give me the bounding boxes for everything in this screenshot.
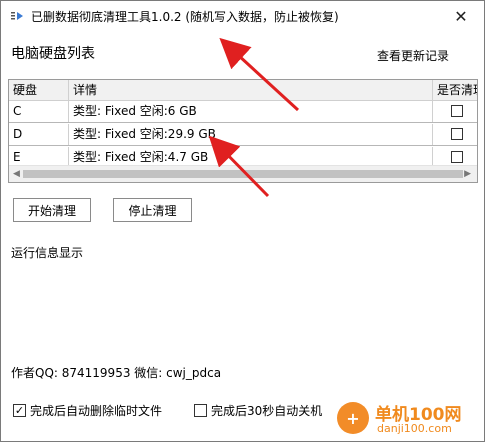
- watermark-domain: danji100.com: [377, 422, 452, 435]
- option-delete-temp[interactable]: ✓ 完成后自动删除临时文件: [13, 402, 162, 419]
- table-row[interactable]: C 类型: Fixed 空闲:6 GB: [9, 100, 477, 123]
- start-clean-button[interactable]: 开始清理: [13, 198, 91, 222]
- detail-cell: 类型: Fixed 空闲:29.9 GB: [69, 124, 433, 145]
- app-icon: [11, 12, 23, 20]
- table-row[interactable]: D 类型: Fixed 空闲:29.9 GB: [9, 123, 477, 146]
- scroll-thumb[interactable]: [23, 170, 463, 178]
- app-window: 已删数据彻底清理工具1.0.2 (随机写入数据，防止被恢复) ✕ 电脑硬盘列表 …: [0, 0, 485, 442]
- column-header-detail[interactable]: 详情: [69, 80, 433, 100]
- log-label: 运行信息显示: [11, 246, 84, 260]
- clean-checkbox[interactable]: [451, 105, 463, 117]
- column-header-disk[interactable]: 硬盘: [9, 80, 69, 100]
- disk-table: 硬盘 详情 是否清理 C 类型: Fixed 空闲:6 GB D 类型: Fix…: [8, 79, 478, 183]
- window-title: 已删数据彻底清理工具1.0.2 (随机写入数据，防止被恢复): [31, 10, 339, 24]
- auto-shutdown-checkbox[interactable]: [194, 404, 207, 417]
- author-info: 作者QQ: 874119953 微信: cwj_pdca: [11, 366, 222, 380]
- watermark-logo-icon: +: [337, 402, 369, 434]
- disk-cell: D: [9, 124, 69, 145]
- detail-cell: 类型: Fixed 空闲:6 GB: [69, 101, 433, 122]
- column-header-clean[interactable]: 是否清理: [433, 80, 477, 100]
- close-button[interactable]: ✕: [438, 1, 484, 31]
- disk-cell: C: [9, 101, 69, 122]
- close-icon: ✕: [454, 6, 468, 26]
- title-bar[interactable]: 已删数据彻底清理工具1.0.2 (随机写入数据，防止被恢复) ✕: [1, 1, 484, 31]
- view-updates-link[interactable]: 查看更新记录: [377, 47, 449, 64]
- stop-clean-button[interactable]: 停止清理: [113, 198, 192, 222]
- scroll-left-icon[interactable]: ◀: [13, 169, 20, 179]
- scroll-right-icon[interactable]: ▶: [464, 169, 471, 179]
- site-watermark: + 单机100网 danji100.com: [335, 398, 485, 443]
- clean-checkbox[interactable]: [451, 128, 463, 140]
- clean-checkbox[interactable]: [451, 151, 463, 163]
- delete-temp-checkbox[interactable]: ✓: [13, 404, 26, 417]
- table-header: 硬盘 详情 是否清理: [9, 80, 477, 101]
- disk-list-heading: 电脑硬盘列表: [11, 46, 95, 62]
- option-auto-shutdown[interactable]: 完成后30秒自动关机: [194, 402, 322, 419]
- option-label: 完成后自动删除临时文件: [30, 404, 163, 418]
- horizontal-scrollbar[interactable]: ◀ ▶: [9, 165, 477, 182]
- option-label: 完成后30秒自动关机: [211, 404, 323, 418]
